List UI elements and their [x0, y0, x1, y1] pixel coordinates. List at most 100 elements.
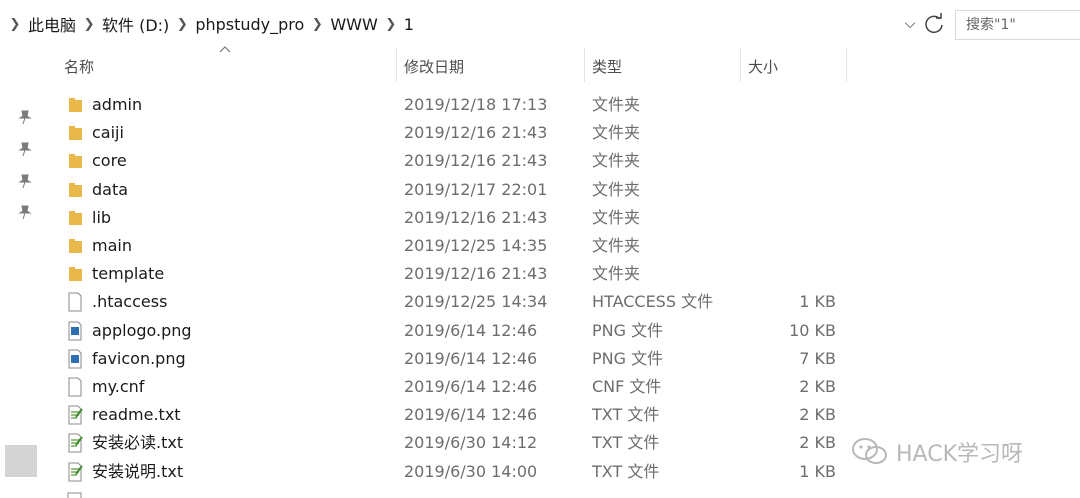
file-date: 2019/6/14 12:46	[404, 405, 538, 425]
file-size	[740, 91, 836, 119]
file-date: 2019/12/16 21:43	[404, 264, 548, 284]
file-name: data	[92, 179, 129, 199]
file-size: 10 KB	[789, 320, 836, 340]
breadcrumb-drive[interactable]: 软件 (D:)	[100, 12, 171, 36]
file-date: 2019/12/16 21:43	[404, 207, 548, 227]
wechat-logo	[852, 438, 887, 464]
file-type: 文件夹	[592, 179, 641, 199]
file-name: main	[92, 236, 132, 255]
chevron-right-icon[interactable]: ❯	[310, 17, 324, 32]
chevron-right-icon[interactable]: ❯	[82, 17, 96, 32]
file-explorer-window: ❯ 此电脑 ❯ 软件 (D:) ❯ phpstudy_pro ❯ WWW ❯ 1…	[0, 0, 1080, 498]
file-name: admin	[92, 95, 143, 114]
folder-icon	[69, 182, 82, 197]
file-type: CNF 文件	[592, 377, 662, 396]
file-date: 2019/6/30 14:00	[404, 461, 538, 481]
file-type: HTACCESS 文件	[592, 292, 714, 312]
chevron-down-icon[interactable]: ⌵	[902, 14, 918, 34]
file-name: readme.txt	[92, 405, 181, 425]
list-item[interactable]: 安装必读.txt 2019/6/30 14:12 TXT 文件 2 KB	[0, 429, 860, 457]
folder-icon	[69, 239, 82, 253]
chevron-right-icon[interactable]: ❯	[384, 17, 398, 32]
list-item[interactable]: lib 2019/12/16 21:43 文件夹	[0, 204, 860, 232]
list-item[interactable]: data 2019/12/17 22:01 文件夹	[0, 176, 860, 204]
file-type: TXT 文件	[592, 461, 660, 481]
list-item[interactable]: readme.txt 2019/6/14 12:46 TXT 文件 2 KB	[0, 401, 860, 429]
watermark-text: HACK学习呀	[896, 442, 1023, 467]
text-file-icon	[67, 492, 82, 498]
text-file-icon	[68, 462, 83, 482]
blank-file-icon	[68, 377, 82, 397]
file-type: 文件夹	[592, 95, 641, 114]
file-date: 2019/12/18 17:13	[404, 95, 548, 114]
list-item[interactable]: .htaccess 2019/12/25 14:34 HTACCESS 文件 1 KB	[0, 288, 860, 316]
breadcrumb-this-pc[interactable]: 此电脑	[26, 12, 78, 36]
file-name: template	[92, 264, 165, 284]
column-divider[interactable]	[846, 48, 847, 82]
file-type: PNG 文件	[592, 320, 664, 340]
folder-icon	[69, 210, 82, 225]
file-date: 2019/6/30 14:12	[404, 433, 538, 453]
file-size	[740, 260, 836, 288]
breadcrumb-www[interactable]: WWW	[328, 15, 379, 34]
file-name: caiji	[92, 123, 124, 143]
file-date: 2019/12/25 14:35	[404, 236, 548, 255]
file-date: 2019/6/14 12:46	[404, 320, 538, 340]
list-item[interactable]: admin 2019/12/18 17:13 文件夹	[0, 91, 860, 119]
file-type: PNG 文件	[592, 348, 664, 368]
watermark: HACK学习呀	[850, 434, 1023, 470]
breadcrumb-phpstudy[interactable]: phpstudy_pro	[193, 15, 306, 34]
file-date: 2019/12/17 22:01	[404, 179, 548, 199]
file-size	[740, 147, 836, 175]
address-bar[interactable]: ❯ 此电脑 ❯ 软件 (D:) ❯ phpstudy_pro ❯ WWW ❯ 1…	[0, 0, 1080, 48]
chevron-right-icon[interactable]: ❯	[175, 17, 189, 32]
file-size	[740, 232, 836, 260]
file-size	[740, 119, 836, 147]
list-item[interactable]: my.cnf 2019/6/14 12:46 CNF 文件 2 KB	[0, 373, 860, 401]
list-item[interactable]: applogo.png 2019/6/14 12:46 PNG 文件 10 KB	[0, 317, 860, 345]
file-date: 2019/6/14 12:46	[404, 348, 538, 368]
file-size	[740, 176, 836, 204]
list-item[interactable]: main 2019/12/25 14:35 文件夹	[0, 232, 860, 260]
refresh-icon[interactable]	[921, 11, 947, 37]
file-name: favicon.png	[92, 348, 186, 368]
blank-file-icon	[68, 292, 82, 312]
file-name: 安装说明.txt	[92, 461, 184, 481]
file-name: lib	[92, 207, 112, 227]
image-file-icon	[68, 349, 82, 369]
column-headers: 名称 修改日期 类型 大小	[0, 48, 1080, 86]
file-size: 2 KB	[799, 405, 836, 425]
list-item[interactable]: 安装说明.txt 2019/6/30 14:00 TXT 文件 1 KB	[0, 458, 860, 486]
text-file-icon	[68, 405, 83, 425]
folder-icon	[69, 267, 82, 282]
list-item[interactable]: core 2019/12/16 21:43 文件夹	[0, 147, 860, 175]
file-type: 文件夹	[592, 151, 641, 171]
column-header-size[interactable]: 大小	[740, 48, 846, 86]
file-size: 2 KB	[799, 377, 836, 396]
text-file-icon	[68, 433, 83, 453]
file-type: 文件夹	[592, 123, 641, 143]
list-item[interactable]	[0, 488, 860, 498]
file-date: 2019/12/16 21:43	[404, 151, 548, 171]
folder-icon	[69, 154, 82, 169]
chevron-right-icon[interactable]: ❯	[8, 17, 22, 32]
list-item[interactable]: caiji 2019/12/16 21:43 文件夹	[0, 119, 860, 147]
file-name: applogo.png	[92, 320, 192, 340]
folder-icon	[69, 98, 82, 112]
image-file-icon	[68, 321, 82, 341]
file-name: core	[92, 151, 127, 171]
file-date: 2019/12/25 14:34	[404, 292, 548, 312]
file-name: my.cnf	[92, 377, 145, 396]
file-type: TXT 文件	[592, 405, 660, 425]
file-type: 文件夹	[592, 236, 641, 255]
file-type: 文件夹	[592, 264, 641, 284]
column-header-date[interactable]: 修改日期	[396, 48, 584, 86]
file-size: 7 KB	[799, 348, 836, 368]
file-type: TXT 文件	[592, 433, 660, 453]
breadcrumb-current-folder[interactable]: 1	[402, 15, 416, 34]
list-item[interactable]: template 2019/12/16 21:43 文件夹	[0, 260, 860, 288]
search-input[interactable]: 搜索"1"	[955, 10, 1080, 40]
column-header-type[interactable]: 类型	[584, 48, 740, 86]
list-item[interactable]: favicon.png 2019/6/14 12:46 PNG 文件 7 KB	[0, 345, 860, 373]
file-size	[740, 204, 836, 232]
